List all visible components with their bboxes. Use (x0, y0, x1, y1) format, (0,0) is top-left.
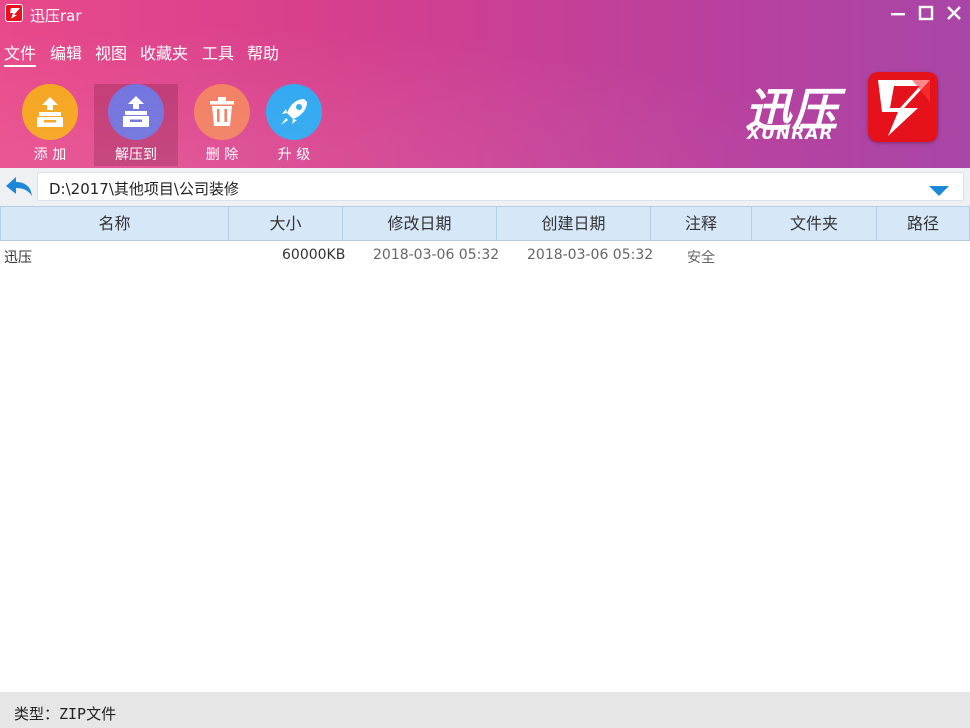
column-modified[interactable]: 修改日期 (342, 206, 497, 241)
status-bar: 类型：ZIP文件 (0, 692, 970, 728)
extract-to-button[interactable]: 解压到 (94, 84, 178, 166)
header-banner: 迅压rar 文件 编辑 视图 收藏夹 工具 帮助 添 加 解压到 删 除 升 级… (0, 0, 970, 168)
menu-file[interactable]: 文件 (4, 40, 37, 67)
menu-tools[interactable]: 工具 (202, 40, 234, 64)
brand-wordmark: 迅压 XUNRAR (745, 74, 860, 146)
add-label: 添 加 (33, 147, 67, 163)
status-text: 类型：ZIP文件 (14, 705, 117, 723)
back-arrow-icon[interactable] (4, 175, 34, 199)
window-title: 迅压rar (30, 7, 82, 25)
chevron-down-icon[interactable] (928, 182, 950, 196)
column-name[interactable]: 名称 (0, 206, 229, 241)
app-logo-icon (5, 4, 23, 22)
column-size[interactable]: 大小 (228, 206, 343, 241)
close-button[interactable] (942, 3, 966, 25)
brand-name-en: XUNRAR (747, 124, 834, 144)
extract-to-label: 解压到 (115, 147, 157, 163)
minimize-button[interactable] (886, 3, 910, 25)
table-header: 名称 大小 修改日期 创建日期 注释 文件夹 路径 (0, 206, 970, 241)
path-input[interactable]: D:\2017\其他项目\公司装修 (37, 172, 964, 201)
brand-logo-icon (868, 72, 938, 142)
menu-view[interactable]: 视图 (95, 40, 127, 64)
maximize-button[interactable] (914, 3, 938, 25)
extract-icon (108, 84, 164, 140)
path-text: D:\2017\其他项目\公司装修 (49, 180, 239, 198)
rocket-icon (266, 84, 322, 140)
column-created[interactable]: 创建日期 (496, 206, 651, 241)
cell-name: 迅压 (4, 250, 32, 266)
column-folder[interactable]: 文件夹 (751, 206, 877, 241)
cell-created: 2018-03-06 05:32 (527, 247, 654, 263)
table-row[interactable]: 迅压 60000KB 2018-03-06 05:32 2018-03-06 0… (0, 241, 970, 271)
menu-help[interactable]: 帮助 (247, 40, 279, 64)
trash-icon (194, 84, 250, 140)
app-window: 迅压rar 文件 编辑 视图 收藏夹 工具 帮助 添 加 解压到 删 除 升 级… (0, 0, 970, 728)
title-bar[interactable]: 迅压rar (0, 0, 970, 30)
upgrade-button[interactable]: 升 级 (252, 84, 336, 166)
add-button[interactable]: 添 加 (8, 84, 92, 166)
menu-edit[interactable]: 编辑 (50, 40, 82, 64)
column-comment[interactable]: 注释 (650, 206, 752, 241)
column-path[interactable]: 路径 (876, 206, 970, 241)
add-archive-icon (22, 84, 78, 140)
cell-modified: 2018-03-06 05:32 (373, 247, 500, 263)
menu-favorites[interactable]: 收藏夹 (140, 40, 188, 64)
upgrade-label: 升 级 (277, 147, 311, 163)
cell-size: 60000KB (282, 247, 346, 263)
cell-comment: 安全 (687, 250, 715, 266)
path-bar: D:\2017\其他项目\公司装修 (0, 168, 970, 206)
